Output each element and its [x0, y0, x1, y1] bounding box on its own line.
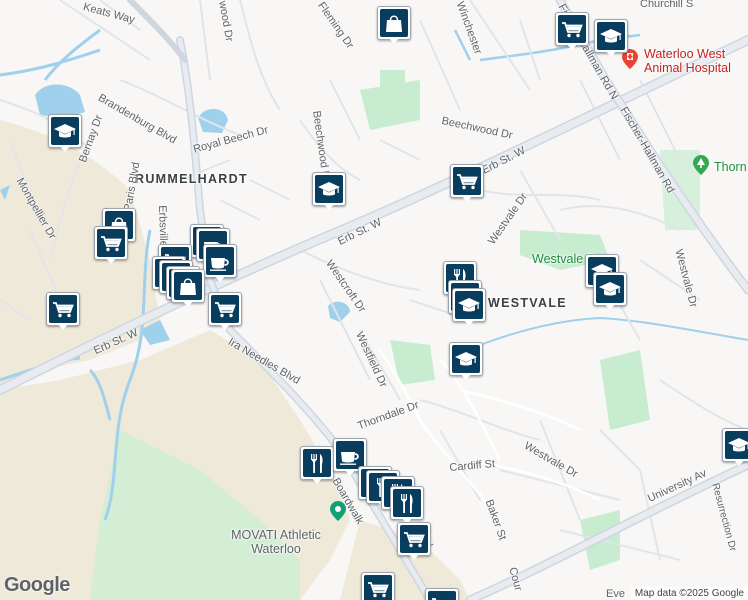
- shopping-cart-icon: [368, 582, 389, 598]
- animal-hospital-label[interactable]: Waterloo West Animal Hospital: [644, 47, 748, 75]
- marker-grocery[interactable]: [94, 226, 128, 266]
- marker-grocery[interactable]: [361, 572, 395, 600]
- shopping-bag-icon: [180, 278, 196, 295]
- graduation-cap-icon: [600, 29, 622, 43]
- fork-knife-icon: [311, 454, 323, 473]
- map-viewport[interactable]: RUMMELHARDT WESTVALE Keats Way Fleming D…: [0, 0, 748, 600]
- graduation-cap-icon: [455, 352, 477, 366]
- graduation-cap-icon: [318, 182, 340, 196]
- marker-restaurant[interactable]: [390, 486, 424, 526]
- marker-shopping[interactable]: [377, 6, 411, 46]
- area-label-rummelhardt: RUMMELHARDT: [135, 172, 248, 186]
- marker-school[interactable]: [722, 428, 748, 468]
- marker-grocery[interactable]: [555, 12, 589, 52]
- shopping-cart-icon: [215, 302, 236, 318]
- coffee-cup-icon: [210, 258, 229, 271]
- graduation-cap-icon: [728, 438, 748, 452]
- marker-school[interactable]: [449, 342, 483, 382]
- shopping-cart-icon: [404, 532, 425, 548]
- marker-cafe[interactable]: [203, 244, 237, 284]
- shopping-bag-icon: [386, 15, 402, 32]
- marker-school[interactable]: [312, 172, 346, 212]
- graduation-cap-icon: [599, 282, 621, 296]
- marker-shopping[interactable]: [171, 269, 205, 309]
- map-attribution[interactable]: Map data ©2025 Google: [630, 587, 748, 600]
- shopping-cart-icon: [457, 174, 478, 190]
- shopping-cart-icon: [432, 598, 437, 600]
- street-label-erbsville: Erbsville: [156, 205, 170, 247]
- park-pin-icon[interactable]: [693, 155, 709, 175]
- marker-grocery[interactable]: [425, 588, 459, 600]
- fork-knife-icon: [401, 494, 413, 513]
- graduation-cap-icon: [458, 298, 480, 312]
- marker-grocery[interactable]: [450, 164, 484, 204]
- marker-school[interactable]: [452, 288, 486, 328]
- marker-school[interactable]: [48, 114, 82, 154]
- graduation-cap-icon: [54, 124, 76, 138]
- movati-label[interactable]: MOVATI Athletic Waterloo: [212, 528, 340, 556]
- marker-school[interactable]: [593, 272, 627, 312]
- google-logo[interactable]: Google: [4, 574, 70, 597]
- shopping-cart-icon: [53, 302, 74, 318]
- thorn-park-label[interactable]: Thorn: [714, 160, 747, 174]
- marker-restaurant[interactable]: [300, 446, 334, 486]
- movati-pin-icon[interactable]: [330, 501, 346, 521]
- shopping-cart-icon: [562, 22, 583, 38]
- shopping-cart-icon: [101, 236, 122, 252]
- area-label-westvale: WESTVALE: [488, 296, 567, 310]
- marker-grocery[interactable]: [208, 292, 242, 332]
- map-base-layer: [0, 0, 748, 600]
- marker-grocery[interactable]: [46, 292, 80, 332]
- street-label-churchill: Churchill S: [640, 0, 694, 10]
- coffee-cup-icon: [340, 452, 359, 465]
- eve-label: Eve: [606, 588, 625, 600]
- marker-grocery[interactable]: [397, 522, 431, 562]
- animal-hospital-name: Waterloo West Animal Hospital: [644, 47, 731, 75]
- marker-school[interactable]: [594, 19, 628, 59]
